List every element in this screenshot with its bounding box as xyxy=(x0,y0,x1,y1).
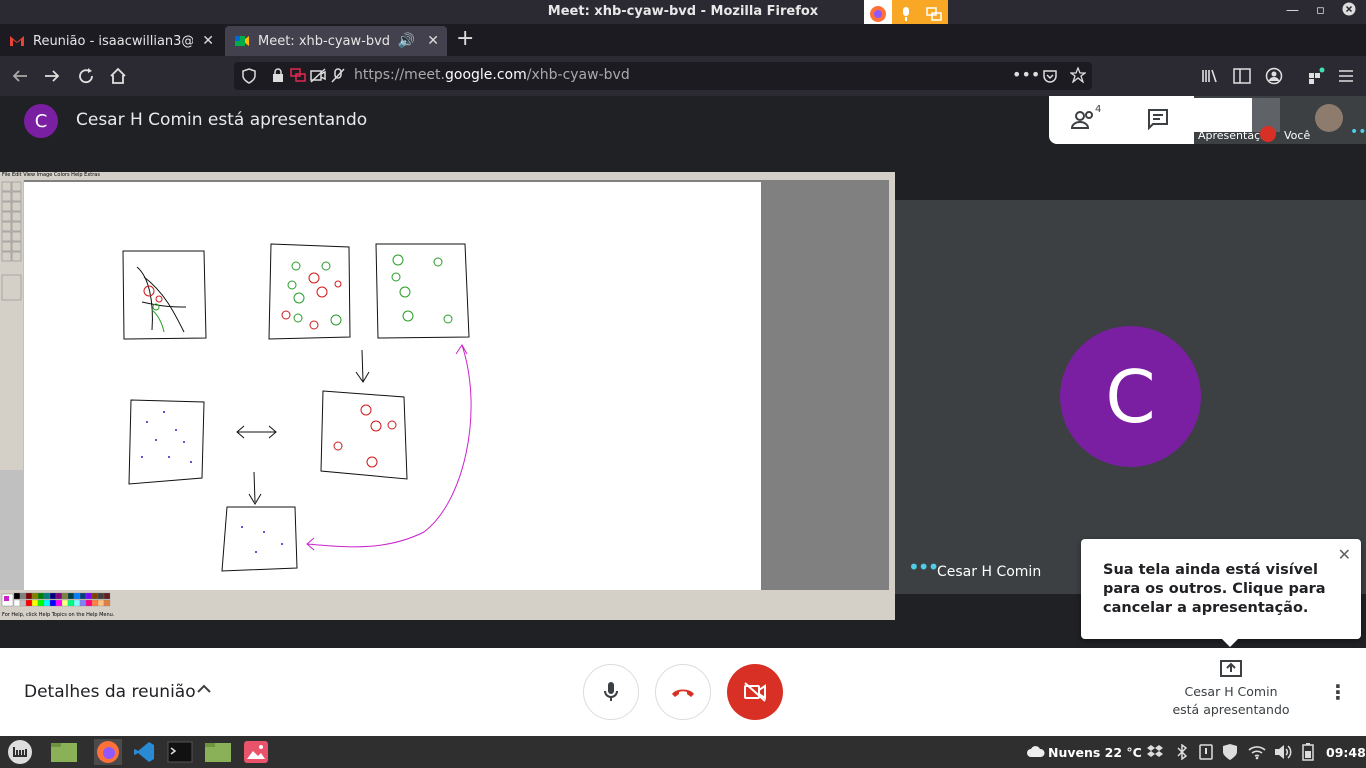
lock-icon[interactable] xyxy=(272,68,284,83)
participant-avatar: C xyxy=(1060,326,1201,467)
new-tab-icon[interactable]: + xyxy=(456,26,474,51)
pocket-icon[interactable] xyxy=(1042,68,1058,84)
presenting-warning-tooltip[interactable]: Sua tela ainda está visível para os outr… xyxy=(1081,539,1361,647)
more-options-icon[interactable]: ⋮ xyxy=(1328,680,1348,704)
gmail-icon xyxy=(10,36,24,46)
sidebar-icon[interactable] xyxy=(1230,64,1254,88)
speaker-icon[interactable]: 🔊 xyxy=(398,33,415,49)
self-label: Você xyxy=(1284,129,1311,142)
close-window-icon[interactable] xyxy=(1342,2,1356,20)
mint-menu-icon[interactable] xyxy=(6,739,34,765)
update-manager-icon[interactable] xyxy=(1198,744,1214,760)
tab-title: Meet: xhb-cyaw-bvd xyxy=(258,33,391,49)
vscode-icon[interactable] xyxy=(130,739,158,765)
library-icon[interactable] xyxy=(1198,64,1222,88)
bluetooth-icon[interactable] xyxy=(1176,744,1188,760)
tab-title: Reunião - isaacwillian3@gm xyxy=(33,33,193,49)
paint-status-bar: For Help, click Help Topics on the Help … xyxy=(0,610,895,620)
hang-up-icon xyxy=(672,689,694,697)
leave-call-button[interactable] xyxy=(655,664,711,720)
self-thumbnail[interactable]: Você ••• xyxy=(1280,96,1366,144)
file-manager-icon[interactable] xyxy=(50,739,78,765)
close-icon[interactable]: ✕ xyxy=(1338,545,1351,564)
audio-indicator-icon: ••• xyxy=(908,555,939,579)
tab-gmail[interactable]: Reunião - isaacwillian3@gm ✕ xyxy=(0,26,222,56)
camera-off-icon xyxy=(744,682,766,702)
close-tab-icon[interactable]: ✕ xyxy=(202,33,214,49)
page-actions-icon[interactable]: ••• xyxy=(1012,65,1040,84)
meeting-details-button[interactable]: Detalhes da reunião xyxy=(24,682,196,702)
mic-off-badge-icon xyxy=(1260,126,1276,142)
camera-button[interactable] xyxy=(727,664,783,720)
extensions-icon[interactable] xyxy=(1304,64,1328,88)
presenting-name: Cesar H Comin xyxy=(1184,684,1278,699)
close-tab-icon[interactable]: ✕ xyxy=(427,33,439,49)
url-bar[interactable]: https://meet.google.com/xhb-cyaw-bvd ••• xyxy=(234,62,1092,90)
reload-icon[interactable] xyxy=(74,64,98,88)
window-titlebar: Meet: xhb-cyaw-bvd - Mozilla Firefox — ▫ xyxy=(0,0,1366,28)
present-status[interactable]: Cesar H Comin está apresentando xyxy=(1160,660,1302,719)
weather-text[interactable]: Nuvens 22 °C xyxy=(1048,745,1142,760)
participant-tile[interactable]: C ••• Cesar H Comin xyxy=(895,200,1366,594)
chevron-up-icon[interactable] xyxy=(196,682,212,698)
navigation-bar: https://meet.google.com/xhb-cyaw-bvd ••• xyxy=(0,56,1366,96)
meet-controls-bar: Detalhes da reunião Cesar H Comin está a… xyxy=(0,648,1366,736)
taskbar: Nuvens 22 °C 09:48 xyxy=(0,736,1366,768)
presenting-status-text: está apresentando xyxy=(1172,702,1290,717)
shield-icon[interactable] xyxy=(242,68,256,84)
terminal-icon[interactable] xyxy=(166,739,194,765)
self-avatar xyxy=(1315,104,1343,132)
participant-name: Cesar H Comin xyxy=(937,564,1042,580)
image-viewer-icon[interactable] xyxy=(242,739,270,765)
folder-icon[interactable] xyxy=(204,739,232,765)
paint-canvas[interactable] xyxy=(24,182,761,590)
forward-icon[interactable] xyxy=(40,64,64,88)
maximize-icon[interactable]: ▫ xyxy=(1316,3,1325,18)
minimize-icon[interactable]: — xyxy=(1286,3,1299,18)
menu-icon[interactable] xyxy=(1334,64,1358,88)
presentation-thumbnail[interactable]: Apresentação xyxy=(1194,96,1280,144)
microphone-button[interactable] xyxy=(583,664,639,720)
meet-top-panel: 4 Apresentação Você ••• xyxy=(1049,96,1366,144)
tooltip-arrow xyxy=(1222,639,1238,647)
paint-color-palette[interactable] xyxy=(0,590,895,610)
participants-count: 4 xyxy=(1095,104,1102,115)
tab-meet[interactable]: Meet: xhb-cyaw-bvd 🔊 ✕ xyxy=(225,26,447,56)
presenter-banner: Cesar H Comin está apresentando xyxy=(76,110,368,130)
audio-indicator-icon: ••• xyxy=(1350,124,1366,140)
clock[interactable]: 09:48 xyxy=(1326,745,1366,760)
chat-icon xyxy=(1148,109,1168,131)
battery-icon[interactable] xyxy=(1302,743,1314,761)
participants-button[interactable]: 4 xyxy=(1070,104,1101,132)
screen-share-blocked-icon[interactable] xyxy=(290,68,306,83)
wifi-icon[interactable] xyxy=(1248,744,1266,760)
present-screen-icon xyxy=(1220,660,1242,677)
home-icon[interactable] xyxy=(106,64,130,88)
paint-menu-bar: File Edit View Image Colors Help Extras xyxy=(0,172,895,180)
dropbox-icon[interactable] xyxy=(1146,744,1164,760)
window-title: Meet: xhb-cyaw-bvd - Mozilla Firefox xyxy=(547,4,819,19)
bookmark-star-icon[interactable] xyxy=(1070,67,1086,83)
presenter-avatar: C xyxy=(24,104,58,138)
account-icon[interactable] xyxy=(1262,64,1286,88)
camera-blocked-icon[interactable] xyxy=(310,68,326,83)
chat-button[interactable] xyxy=(1147,108,1175,132)
google-meet-icon xyxy=(235,36,249,46)
tab-bar: Reunião - isaacwillian3@gm ✕ Meet: xhb-c… xyxy=(0,24,1366,56)
back-icon[interactable] xyxy=(8,64,32,88)
shared-screen: File Edit View Image Colors Help Extras xyxy=(0,172,895,620)
tooltip-text: Sua tela ainda está visível para os outr… xyxy=(1103,562,1326,616)
drawing xyxy=(122,243,472,572)
meet-header: C Cesar H Comin está apresentando 4 Apre… xyxy=(0,96,1366,172)
url-text: https://meet.google.com/xhb-cyaw-bvd xyxy=(354,67,630,83)
paint-toolbox xyxy=(0,180,23,470)
microphone-blocked-icon[interactable] xyxy=(330,68,346,83)
volume-icon[interactable] xyxy=(1274,744,1292,760)
microphone-icon xyxy=(604,682,618,701)
weather-cloud-icon xyxy=(1027,746,1045,757)
firefox-taskbar-icon[interactable] xyxy=(94,739,122,765)
shield-tray-icon[interactable] xyxy=(1222,743,1238,761)
